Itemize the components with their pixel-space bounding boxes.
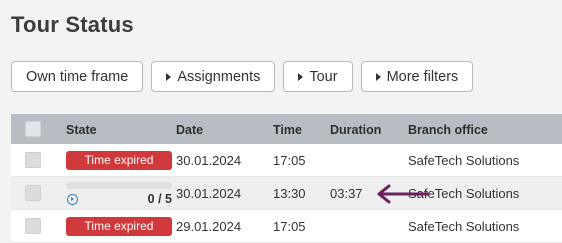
cell-date: 30.01.2024 [176,185,242,201]
table-header: State Date Time Duration Branch office [11,114,562,144]
column-header-branch-office[interactable]: Branch office [408,122,562,137]
table-row[interactable]: Time expired 29.01.2024 17:05 SafeTech S… [11,210,562,243]
more-filters-button[interactable]: More filters [360,61,474,92]
assignments-label: Assignments [177,68,261,85]
tour-status-table: State Date Time Duration Branch office T… [11,114,562,243]
cell-time: 17:05 [273,152,306,168]
tour-progress: 0 / 5 [66,180,172,206]
column-header-date[interactable]: Date [176,122,273,137]
row-checkbox[interactable] [24,185,41,201]
column-header-state[interactable]: State [54,122,176,137]
row-checkbox[interactable] [24,152,41,168]
cell-time: 13:30 [273,185,306,201]
column-header-duration[interactable]: Duration [330,122,408,137]
progress-count: 0 / 5 [147,192,172,206]
page-title: Tour Status [11,12,134,37]
own-time-frame-label: Own time frame [26,68,129,85]
progress-bar [66,182,172,189]
triangle-right-icon [375,72,381,81]
more-filters-label: More filters [386,68,459,85]
tour-button[interactable]: Tour [283,61,353,92]
status-badge: Time expired [66,150,172,170]
cell-date: 29.01.2024 [176,218,242,234]
cell-time: 17:05 [273,218,306,234]
table-row[interactable]: 0 / 5 30.01.2024 13:30 03:37 SafeTech So… [11,177,562,210]
tour-label: Tour [309,68,338,85]
cell-date: 30.01.2024 [176,152,242,168]
triangle-right-icon [298,72,304,81]
play-circle-icon[interactable] [67,194,78,205]
own-time-frame-button[interactable]: Own time frame [11,61,144,92]
select-all-checkbox[interactable] [24,121,41,137]
filter-toolbar: Own time frame Assignments Tour More fil… [11,61,474,92]
triangle-right-icon [166,72,172,81]
status-badge: Time expired [66,216,172,236]
column-header-time[interactable]: Time [273,122,330,137]
row-checkbox[interactable] [24,218,41,234]
cell-branch-office: SafeTech Solutions [408,185,520,201]
table-row[interactable]: Time expired 30.01.2024 17:05 SafeTech S… [11,144,562,177]
cell-branch-office: SafeTech Solutions [408,218,520,234]
assignments-button[interactable]: Assignments [151,61,276,92]
arrow-left-icon [377,184,430,204]
cell-branch-office: SafeTech Solutions [408,152,520,168]
